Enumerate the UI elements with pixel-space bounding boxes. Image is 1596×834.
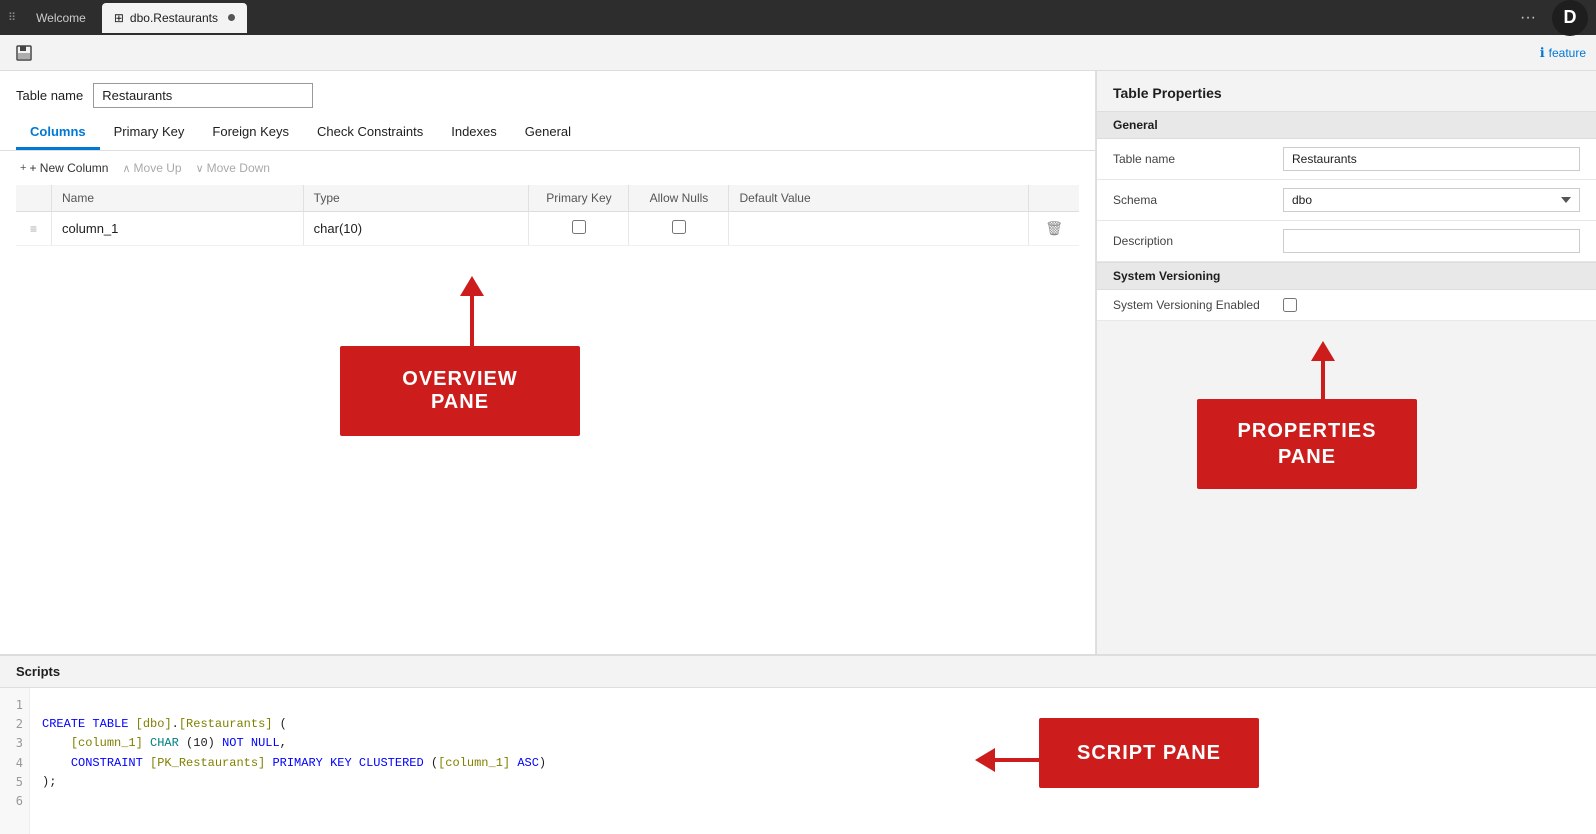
props-system-versioning-label: System Versioning Enabled (1113, 298, 1273, 312)
row-allow-nulls-cell[interactable] (629, 212, 729, 246)
props-schema-select[interactable]: dbo guest (1283, 188, 1580, 212)
table-name-input[interactable] (93, 83, 313, 108)
unsaved-dot (228, 14, 235, 21)
tab-welcome-label: Welcome (36, 11, 86, 25)
props-description-row: Description (1097, 221, 1596, 262)
overview-arrow-head (460, 276, 484, 296)
system-versioning-checkbox[interactable] (1283, 298, 1297, 312)
line-num-6: 6 (6, 792, 23, 811)
script-annotation-area: SCRIPT PANE (825, 688, 1596, 834)
main-area: Table name Columns Primary Key Foreign K… (0, 71, 1596, 654)
tab-bar-right: ··· D (1516, 0, 1588, 36)
props-table-name-label: Table name (1113, 152, 1273, 166)
line-num-2: 2 (6, 715, 23, 734)
tab-columns[interactable]: Columns (16, 116, 100, 150)
table-row: ≡ column_1 char(10) 🗑 (16, 212, 1079, 246)
col-header-actions (1029, 185, 1079, 212)
user-avatar[interactable]: D (1552, 0, 1588, 36)
action-bar: + + New Column ∧ Move Up ∨ Move Down (0, 151, 1095, 185)
props-schema-label: Schema (1113, 193, 1273, 207)
move-up-button[interactable]: ∧ Move Up (118, 159, 185, 177)
columns-table: Name Type Primary Key Allow Nulls Defaul… (16, 185, 1079, 246)
overview-annotation-label: OVERVIEW PANE (370, 368, 550, 414)
move-down-button[interactable]: ∨ Move Down (192, 159, 274, 177)
props-table-name-input[interactable] (1283, 147, 1580, 171)
line-num-1: 1 (6, 696, 23, 715)
primary-key-checkbox[interactable] (572, 220, 586, 234)
chevron-up-icon: ∧ (122, 162, 130, 175)
tab-dbo-restaurants-label: dbo.Restaurants (130, 11, 218, 25)
row-drag-handle[interactable]: ≡ (26, 222, 41, 236)
properties-annotation-label: PROPERTIES PANE (1238, 418, 1377, 470)
scripts-pane: Scripts 1 2 3 4 5 6 CREATE TABLE [dbo].[… (0, 654, 1596, 834)
props-schema-row: Schema dbo guest (1097, 180, 1596, 221)
tab-indexes[interactable]: Indexes (437, 116, 511, 150)
move-down-label: Move Down (207, 161, 270, 175)
feature-label: feature (1549, 46, 1586, 60)
move-up-label: Move Up (134, 161, 182, 175)
more-options-button[interactable]: ··· (1516, 5, 1540, 31)
script-arrow-head (975, 748, 995, 772)
props-table-name-row: Table name (1097, 139, 1596, 180)
row-default-value-cell[interactable] (729, 212, 1029, 246)
props-system-versioning-row: System Versioning Enabled (1097, 290, 1596, 321)
columns-table-container: Name Type Primary Key Allow Nulls Defaul… (0, 185, 1095, 246)
feature-link[interactable]: ℹ feature (1540, 45, 1586, 61)
editor-tabs-row: Columns Primary Key Foreign Keys Check C… (0, 116, 1095, 151)
line-num-5: 5 (6, 773, 23, 792)
overview-arrow (460, 276, 484, 356)
tab-foreign-keys[interactable]: Foreign Keys (198, 116, 303, 150)
new-column-label: + New Column (29, 161, 108, 175)
col-header-type: Type (303, 185, 529, 212)
line-numbers: 1 2 3 4 5 6 (0, 688, 30, 834)
props-system-versioning-section: System Versioning (1097, 262, 1596, 290)
new-column-button[interactable]: + + New Column (16, 159, 112, 177)
properties-arrow-head (1311, 341, 1335, 361)
tab-welcome[interactable]: Welcome (24, 3, 98, 33)
col-header-name: Name (52, 185, 304, 212)
drag-handle-icon: ⠿ (8, 11, 16, 24)
properties-annotation-area: PROPERTIES PANE (1097, 321, 1596, 654)
scripts-header: Scripts (0, 656, 1596, 688)
overview-annotation-area: OVERVIEW PANE (0, 246, 1095, 654)
props-description-label: Description (1113, 234, 1273, 248)
allow-nulls-checkbox[interactable] (672, 220, 686, 234)
tab-bar: ⠿ Welcome ⊞ dbo.Restaurants ··· D (0, 0, 1596, 35)
tab-general[interactable]: General (511, 116, 585, 150)
table-name-label: Table name (16, 88, 83, 103)
col-header-default-value: Default Value (729, 185, 1029, 212)
properties-title: Table Properties (1097, 71, 1596, 111)
col-header-allow-nulls: Allow Nulls (629, 185, 729, 212)
script-annotation-box: SCRIPT PANE (1039, 718, 1259, 788)
table-name-row: Table name (0, 71, 1095, 116)
scripts-body: 1 2 3 4 5 6 CREATE TABLE [dbo].[Restaura… (0, 688, 1596, 834)
overview-pane: Table name Columns Primary Key Foreign K… (0, 71, 1096, 654)
table-icon: ⊞ (114, 11, 124, 25)
delete-row-button[interactable]: 🗑 (1039, 218, 1069, 239)
col-header-primary-key: Primary Key (529, 185, 629, 212)
row-primary-key-cell[interactable] (529, 212, 629, 246)
toolbar-row: ℹ feature (0, 35, 1596, 71)
row-name-cell[interactable]: column_1 (52, 212, 304, 246)
props-general-section: General (1097, 111, 1596, 139)
save-button[interactable] (10, 39, 38, 67)
row-type-cell[interactable]: char(10) (303, 212, 529, 246)
line-num-3: 3 (6, 734, 23, 753)
overview-annotation-box: OVERVIEW PANE (340, 346, 580, 436)
tab-dbo-restaurants[interactable]: ⊞ dbo.Restaurants (102, 3, 247, 33)
code-content[interactable]: CREATE TABLE [dbo].[Restaurants] ( [colu… (30, 688, 825, 834)
plus-icon: + (20, 162, 26, 174)
props-description-input[interactable] (1283, 229, 1580, 253)
script-annotation-label: SCRIPT PANE (1077, 742, 1221, 765)
chevron-down-icon: ∨ (196, 162, 204, 175)
line-num-4: 4 (6, 754, 23, 773)
properties-annotation-box: PROPERTIES PANE (1197, 399, 1417, 489)
tab-primary-key[interactable]: Primary Key (100, 116, 199, 150)
properties-pane: Table Properties General Table name Sche… (1096, 71, 1596, 654)
col-header-drag (16, 185, 52, 212)
tab-check-constraints[interactable]: Check Constraints (303, 116, 437, 150)
